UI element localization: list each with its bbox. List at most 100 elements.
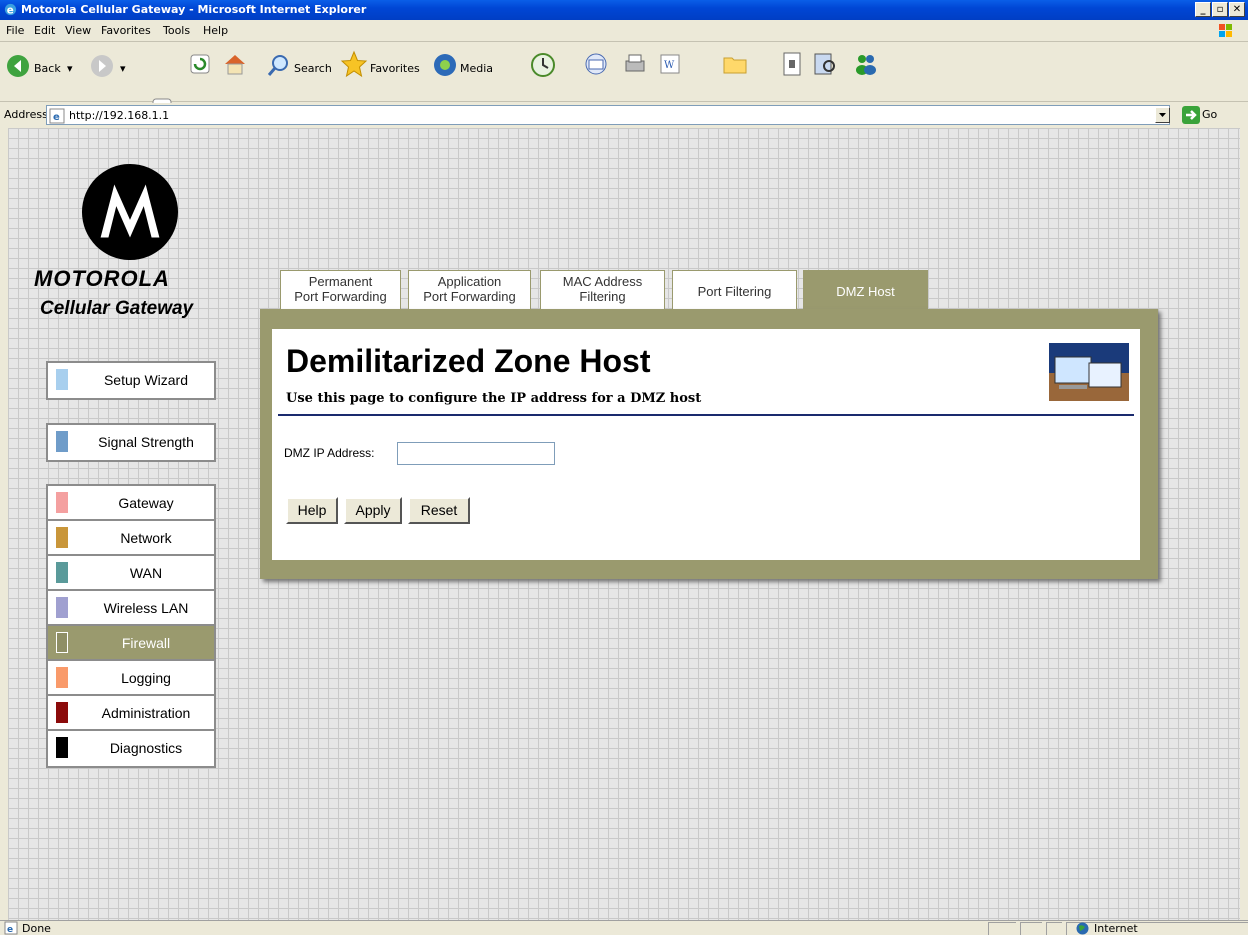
close-button[interactable]: ✕ bbox=[1229, 2, 1245, 17]
address-bar: Address e http://192.168.1.1 Go bbox=[0, 103, 1248, 127]
status-text: Done bbox=[22, 922, 51, 935]
menu-file[interactable]: File bbox=[6, 24, 24, 37]
home-icon[interactable] bbox=[222, 52, 248, 76]
menu-edit[interactable]: Edit bbox=[34, 24, 55, 37]
sidebar-item-label: Setup Wizard bbox=[103, 372, 189, 388]
address-label: Address bbox=[4, 108, 48, 121]
tab-port-filtering[interactable]: Port Filtering bbox=[672, 270, 797, 310]
color-swatch bbox=[56, 492, 68, 513]
messenger-icon[interactable] bbox=[852, 50, 880, 78]
back-button[interactable]: Back ▾ bbox=[4, 42, 84, 102]
search-label[interactable]: Search bbox=[294, 62, 332, 75]
sidebar-item-label: Logging bbox=[121, 670, 171, 686]
tab-label-line1: Application bbox=[437, 274, 502, 289]
svg-text:W: W bbox=[664, 60, 675, 71]
title-divider bbox=[278, 414, 1134, 416]
sidebar-item-wireless-lan[interactable]: Wireless LAN bbox=[48, 591, 214, 626]
menu-view[interactable]: View bbox=[65, 24, 91, 37]
media-icon[interactable] bbox=[432, 52, 458, 78]
tab-mac-address-filtering[interactable]: MAC Address Filtering bbox=[540, 270, 665, 310]
sidebar-item-diagnostics[interactable]: Diagnostics bbox=[48, 731, 214, 766]
back-arrow-icon bbox=[7, 55, 29, 77]
history-icon[interactable] bbox=[530, 52, 556, 78]
tab-permanent-port-forwarding[interactable]: Permanent Port Forwarding bbox=[280, 270, 401, 310]
address-dropdown-button[interactable] bbox=[1155, 107, 1170, 123]
brand-subtitle: Cellular Gateway bbox=[40, 298, 194, 319]
go-button[interactable]: Go bbox=[1180, 105, 1240, 125]
tab-label-line2: Filtering bbox=[579, 289, 626, 304]
menu-tools[interactable]: Tools bbox=[163, 24, 190, 37]
dmz-ip-label: DMZ IP Address: bbox=[284, 446, 375, 460]
tab-dmz-host[interactable]: DMZ Host bbox=[803, 270, 928, 312]
maximize-button[interactable]: ▫ bbox=[1212, 2, 1228, 17]
menu-help[interactable]: Help bbox=[203, 24, 228, 37]
windows-flag-icon bbox=[1219, 24, 1232, 37]
research-icon[interactable] bbox=[812, 50, 838, 78]
menu-bar: File Edit View Favorites Tools Help bbox=[0, 20, 1248, 42]
page-content: MOTOROLA Cellular Gateway Setup Wizard S… bbox=[8, 128, 1240, 920]
color-swatch bbox=[56, 369, 68, 390]
favorites-label[interactable]: Favorites bbox=[370, 62, 420, 75]
sidebar-item-firewall[interactable]: Firewall bbox=[48, 626, 214, 661]
sidebar-item-wan[interactable]: WAN bbox=[48, 556, 214, 591]
nav-group-main: Gateway Network WAN Wireless LAN Firewal… bbox=[46, 484, 216, 768]
sidebar-item-signal-strength[interactable]: Signal Strength bbox=[48, 425, 214, 460]
sidebar-item-administration[interactable]: Administration bbox=[48, 696, 214, 731]
motorola-logo-icon bbox=[81, 163, 179, 261]
status-cell bbox=[1046, 922, 1062, 935]
status-bar: e Done Internet bbox=[0, 920, 1248, 935]
color-swatch bbox=[56, 527, 68, 548]
svg-text:e: e bbox=[7, 4, 14, 16]
favorites-star-icon[interactable] bbox=[340, 50, 368, 78]
tab-label-line1: Permanent bbox=[308, 274, 373, 289]
color-swatch bbox=[56, 667, 68, 688]
menu-favorites[interactable]: Favorites bbox=[101, 24, 151, 37]
sidebar-item-label: Wireless LAN bbox=[103, 600, 189, 616]
computer-screens-icon bbox=[1049, 343, 1129, 401]
color-swatch bbox=[56, 702, 68, 723]
tab-label-line1: MAC Address bbox=[562, 274, 643, 289]
dmz-ip-input[interactable] bbox=[397, 442, 555, 465]
folder-icon[interactable] bbox=[722, 52, 748, 76]
print-icon[interactable] bbox=[622, 52, 648, 76]
go-label: Go bbox=[1202, 108, 1218, 121]
globe-icon bbox=[1076, 922, 1089, 935]
forward-dropdown-icon[interactable]: ▾ bbox=[120, 62, 126, 75]
sidebar-item-network[interactable]: Network bbox=[48, 521, 214, 556]
sidebar-item-setup-wizard[interactable]: Setup Wizard bbox=[48, 363, 214, 398]
nav-group-signal: Signal Strength bbox=[46, 423, 216, 462]
reset-button[interactable]: Reset bbox=[408, 497, 470, 524]
sidebar-item-label: Signal Strength bbox=[98, 434, 194, 450]
address-url: http://192.168.1.1 bbox=[69, 109, 170, 122]
security-zone-label: Internet bbox=[1094, 922, 1138, 935]
media-label[interactable]: Media bbox=[460, 62, 493, 75]
chevron-down-icon bbox=[1159, 113, 1166, 117]
tab-application-port-forwarding[interactable]: Application Port Forwarding bbox=[408, 270, 531, 310]
sidebar-item-gateway[interactable]: Gateway bbox=[48, 486, 214, 521]
document-icon[interactable] bbox=[782, 52, 802, 76]
back-label: Back bbox=[34, 62, 61, 75]
svg-text:e: e bbox=[7, 925, 13, 935]
sidebar-item-label: Network bbox=[120, 530, 172, 546]
sidebar-item-logging[interactable]: Logging bbox=[48, 661, 214, 696]
sidebar-item-label: Gateway bbox=[118, 495, 174, 511]
tab-label-line1: Port Filtering bbox=[697, 284, 772, 299]
nav-group-setup: Setup Wizard bbox=[46, 361, 216, 400]
color-swatch bbox=[56, 597, 68, 618]
edit-icon[interactable]: W bbox=[660, 54, 680, 74]
apply-button[interactable]: Apply bbox=[344, 497, 402, 524]
address-input[interactable]: e http://192.168.1.1 bbox=[46, 105, 1170, 125]
refresh-icon[interactable] bbox=[190, 54, 210, 74]
brand-name: MOTOROLA bbox=[34, 266, 170, 291]
help-button[interactable]: Help bbox=[286, 497, 338, 524]
minimize-button[interactable]: _ bbox=[1195, 2, 1211, 17]
forward-arrow-icon bbox=[91, 55, 113, 77]
status-cell bbox=[988, 922, 1016, 935]
search-icon[interactable] bbox=[266, 52, 292, 78]
tab-label-line2: Port Forwarding bbox=[294, 289, 387, 304]
window-titlebar: e Motorola Cellular Gateway - Microsoft … bbox=[0, 0, 1248, 20]
tab-label-line2: Port Forwarding bbox=[423, 289, 516, 304]
forward-button[interactable]: ▾ bbox=[90, 42, 130, 102]
back-dropdown-icon[interactable]: ▾ bbox=[67, 62, 73, 75]
mail-icon[interactable] bbox=[584, 52, 612, 76]
